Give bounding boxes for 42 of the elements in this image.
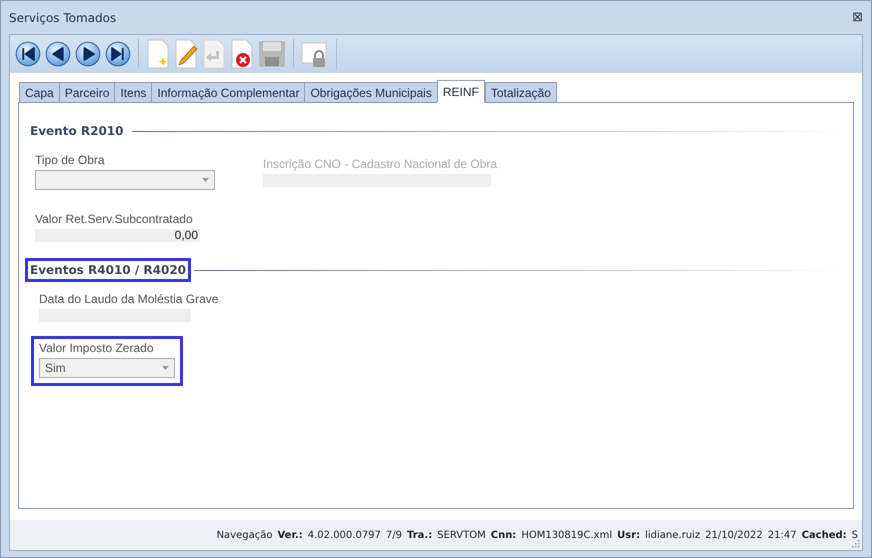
window-title: Serviços Tomados <box>9 10 116 24</box>
status-value: 21/10/2022 <box>705 530 763 540</box>
resize-grip-icon[interactable] <box>850 538 860 548</box>
status-label: Cnn: <box>490 530 516 540</box>
section-title: Eventos R4010 / R4020 <box>25 258 192 282</box>
delete-document-icon[interactable] <box>230 39 254 69</box>
status-value: SERVTOM <box>437 530 486 540</box>
field-label: Data do Laudo da Moléstia Grave <box>39 292 218 306</box>
status-label: Cached: <box>802 530 847 540</box>
status-value: 7/9 <box>386 530 402 540</box>
tab[interactable]: Obrigações Municipais <box>304 82 437 103</box>
status-value: HOM130819C.xml <box>521 530 612 540</box>
input-field[interactable]: 0,00 <box>35 229 200 242</box>
previous-icon[interactable] <box>45 41 71 67</box>
dropdown-field[interactable]: Sim <box>39 358 175 378</box>
tab[interactable]: Itens <box>114 82 152 103</box>
tab[interactable]: Parceiro <box>58 82 114 103</box>
caret-icon <box>162 366 169 370</box>
edit-pencil-icon[interactable] <box>174 39 198 69</box>
close-button[interactable]: ⊠ <box>852 10 863 25</box>
field-label: Inscrição CNO - Cadastro Nacional de Obra <box>263 157 498 171</box>
field-label: Valor Ret.Serv.Subcontratado <box>35 212 193 226</box>
dropdown-field[interactable] <box>35 170 215 190</box>
status-label: Ver.: <box>277 530 303 540</box>
status-label: Usr: <box>617 530 640 540</box>
field-label: Tipo de Obra <box>35 153 105 167</box>
tab[interactable]: Totalização <box>484 82 557 103</box>
next-icon[interactable] <box>75 41 101 67</box>
last-record-icon[interactable] <box>105 41 131 67</box>
status-value: S <box>852 530 858 540</box>
first-record-icon[interactable] <box>15 41 41 67</box>
status-value: 4.02.000.0797 <box>308 530 381 540</box>
tab[interactable]: Informação Complementar <box>151 82 304 103</box>
tab[interactable]: Capa <box>19 82 59 103</box>
status-label: Tra.: <box>407 530 432 540</box>
section-title: Evento R2010 <box>29 123 124 140</box>
status-value: 21:47 <box>768 530 797 540</box>
tab[interactable]: REINF <box>436 80 485 103</box>
caret-icon <box>202 178 209 182</box>
field-label: Valor Imposto Zerado <box>39 341 154 355</box>
status-value: lidiane.ruiz <box>645 530 700 540</box>
status-value: Navegação <box>216 530 272 540</box>
